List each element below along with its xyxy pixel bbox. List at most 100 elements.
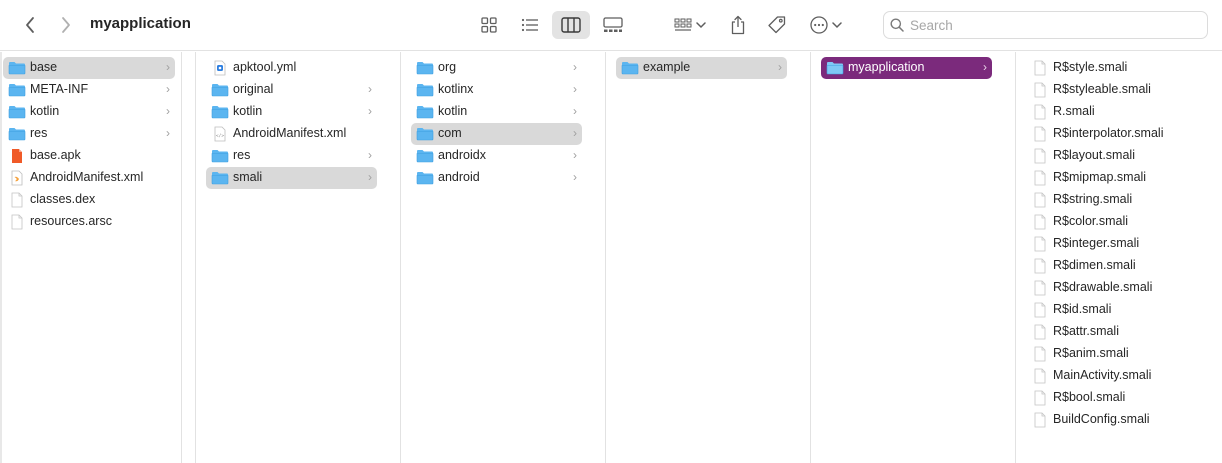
ellipsis-circle-icon (810, 16, 828, 34)
item-label: androidx (438, 148, 486, 162)
document-icon (1031, 258, 1049, 274)
chevron-right-icon: › (368, 104, 372, 118)
list-view-button[interactable] (515, 11, 545, 39)
file-item-mainactivity-smali[interactable]: MainActivity.smali (1026, 365, 1206, 387)
column-view-button[interactable] (552, 11, 590, 39)
item-label: R$layout.smali (1053, 148, 1135, 162)
chevron-right-icon: › (573, 170, 577, 184)
folder-item-kotlin[interactable]: kotlin › (411, 101, 582, 123)
grid-icon (481, 17, 497, 33)
folder-item-myapplication[interactable]: myapplication › (821, 57, 992, 79)
file-item-r-smali[interactable]: R.smali (1026, 101, 1206, 123)
folder-item-kotlinx[interactable]: kotlinx › (411, 79, 582, 101)
columns-icon (561, 17, 581, 33)
folder-item-kotlin[interactable]: kotlin › (3, 101, 175, 123)
more-actions-button[interactable] (806, 11, 846, 39)
folder-item-example[interactable]: example › (616, 57, 787, 79)
document-icon (1031, 236, 1049, 252)
document-icon (1031, 324, 1049, 340)
file-item-r-attr-smali[interactable]: R$attr.smali (1026, 321, 1206, 343)
folder-item-org[interactable]: org › (411, 57, 582, 79)
item-label: R$string.smali (1053, 192, 1133, 206)
column-3: org › kotlinx › kotlin › com › androidx › android › (411, 52, 582, 463)
column-divider[interactable] (1015, 52, 1016, 463)
share-icon (731, 15, 745, 35)
folder-item-kotlin[interactable]: kotlin › (206, 101, 377, 123)
forward-button[interactable] (54, 11, 78, 39)
column-6: R$style.smali R$styleable.smali R.smali R$i… (1026, 52, 1206, 463)
gallery-icon (603, 17, 623, 32)
column-divider[interactable] (810, 52, 811, 463)
column-browser: base › META-INF › kotlin › res › base.apk Android… (0, 52, 1222, 463)
folder-item-smali[interactable]: smali › (206, 167, 377, 189)
folder-item-res[interactable]: res › (206, 145, 377, 167)
column-4: example › (616, 52, 787, 463)
file-item-r-mipmap-smali[interactable]: R$mipmap.smali (1026, 167, 1206, 189)
folder-item-res[interactable]: res › (3, 123, 175, 145)
folder-item-androidx[interactable]: androidx › (411, 145, 582, 167)
folder-item-base[interactable]: base › (3, 57, 175, 79)
folder-item-com[interactable]: com › (411, 123, 582, 145)
file-item-r-styleable-smali[interactable]: R$styleable.smali (1026, 79, 1206, 101)
file-item-r-bool-smali[interactable]: R$bool.smali (1026, 387, 1206, 409)
file-item-r-string-smali[interactable]: R$string.smali (1026, 189, 1206, 211)
share-button[interactable] (726, 11, 750, 39)
list-icon (521, 18, 538, 32)
finder-window: myapplication Search base › META-INF › k… (0, 0, 1222, 463)
document-icon (1031, 126, 1049, 142)
file-item-r-style-smali[interactable]: R$style.smali (1026, 57, 1206, 79)
document-icon (1031, 214, 1049, 230)
file-item-r-drawable-smali[interactable]: R$drawable.smali (1026, 277, 1206, 299)
gallery-view-button[interactable] (598, 11, 628, 39)
search-field[interactable]: Search (883, 11, 1208, 39)
item-label: kotlinx (438, 82, 474, 96)
column-divider[interactable] (181, 52, 182, 463)
file-item-base-apk[interactable]: base.apk (3, 145, 175, 167)
folder-icon (416, 126, 434, 142)
chevron-right-icon: › (368, 148, 372, 162)
document-icon (1031, 280, 1049, 296)
column-divider[interactable] (400, 52, 401, 463)
file-item-androidmanifest-xml[interactable]: AndroidManifest.xml (3, 167, 175, 189)
file-item-r-integer-smali[interactable]: R$integer.smali (1026, 233, 1206, 255)
file-item-r-layout-smali[interactable]: R$layout.smali (1026, 145, 1206, 167)
file-item-r-interpolator-smali[interactable]: R$interpolator.smali (1026, 123, 1206, 145)
document-icon (1031, 368, 1049, 384)
column-divider[interactable] (195, 52, 196, 463)
folder-item-android[interactable]: android › (411, 167, 582, 189)
file-item-buildconfig-smali[interactable]: BuildConfig.smali (1026, 409, 1206, 431)
item-label: R$color.smali (1053, 214, 1129, 228)
folder-item-original[interactable]: original › (206, 79, 377, 101)
folder-icon (416, 82, 434, 98)
file-item-classes-dex[interactable]: classes.dex (3, 189, 175, 211)
folder-item-meta-inf[interactable]: META-INF › (3, 79, 175, 101)
document-icon (1031, 60, 1049, 76)
item-label: apktool.yml (233, 60, 297, 74)
file-item-r-anim-smali[interactable]: R$anim.smali (1026, 343, 1206, 365)
swift-xml-file-icon (8, 170, 26, 186)
column-divider[interactable] (605, 52, 606, 463)
file-item-apktool-yml[interactable]: apktool.yml (206, 57, 377, 79)
chevron-right-icon: › (573, 104, 577, 118)
file-item-resources-arsc[interactable]: resources.arsc (3, 211, 175, 233)
folder-icon (211, 148, 229, 164)
item-label: R$integer.smali (1053, 236, 1140, 250)
document-icon (1031, 82, 1049, 98)
svg-text:</>: </> (216, 133, 224, 139)
item-label: R$style.smali (1053, 60, 1128, 74)
file-item-r-dimen-smali[interactable]: R$dimen.smali (1026, 255, 1206, 277)
file-item-r-color-smali[interactable]: R$color.smali (1026, 211, 1206, 233)
file-item-r-id-smali[interactable]: R$id.smali (1026, 299, 1206, 321)
item-label: BuildConfig.smali (1053, 412, 1150, 426)
tag-button[interactable] (765, 11, 789, 39)
document-icon (1031, 192, 1049, 208)
icon-view-button[interactable] (474, 11, 504, 39)
item-label: R$styleable.smali (1053, 82, 1151, 96)
group-button[interactable] (670, 11, 710, 39)
file-item-androidmanifest-xml[interactable]: </> AndroidManifest.xml (206, 123, 377, 145)
item-label: base.apk (30, 148, 81, 162)
folder-icon (8, 104, 26, 120)
back-button[interactable] (18, 11, 42, 39)
document-icon (1031, 148, 1049, 164)
folder-icon (416, 104, 434, 120)
